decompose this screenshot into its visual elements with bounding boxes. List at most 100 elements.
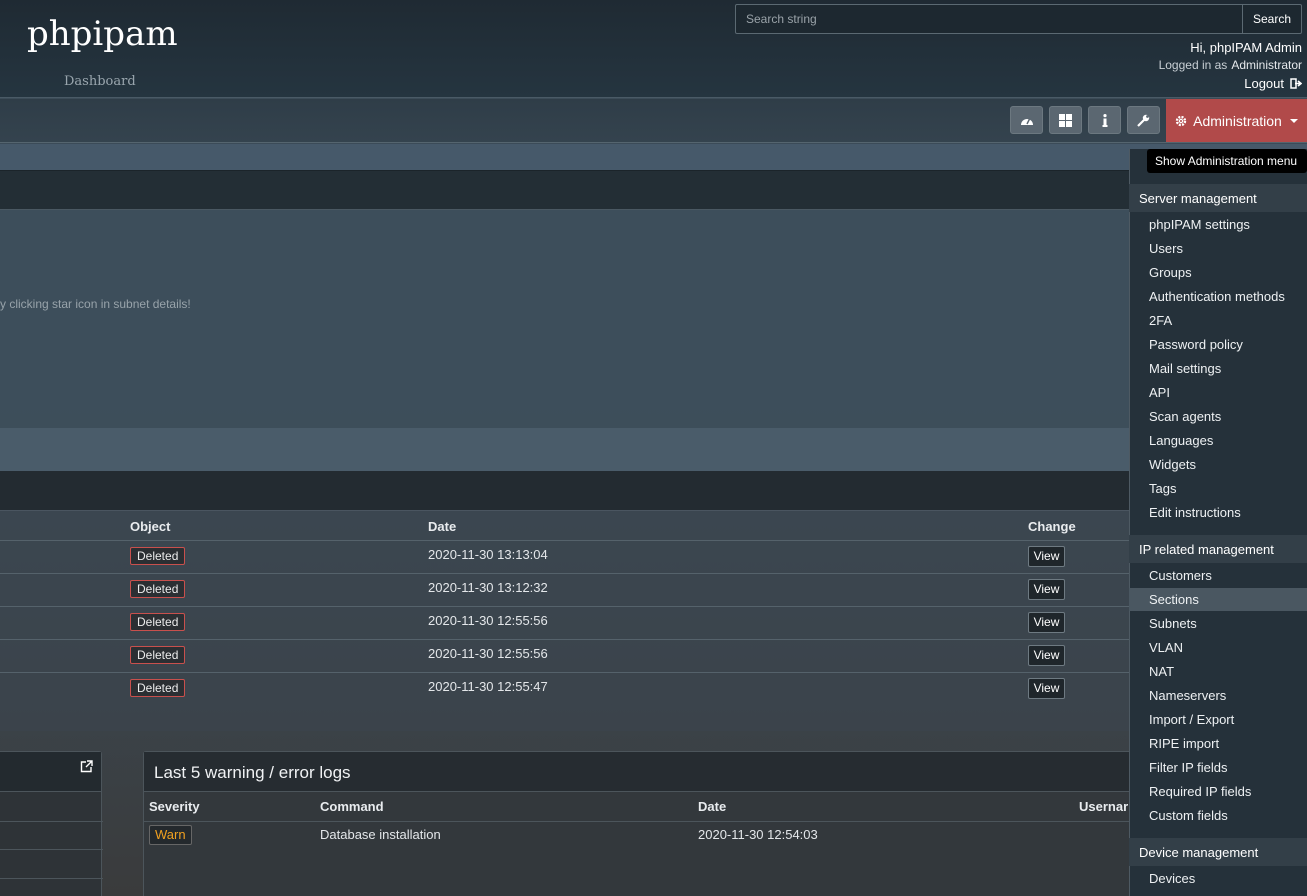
- logged-as-label: Logged in as: [1158, 58, 1228, 72]
- widget-title: Last 5 warning / error logs: [144, 752, 1132, 792]
- toolbar: Administration: [0, 99, 1307, 143]
- user-greeting: Hi, phpIPAM Admin: [1190, 40, 1302, 55]
- role-value: Administrator: [1231, 58, 1302, 72]
- menu-header-ip: IP related management: [1129, 535, 1307, 563]
- column-header-command: Command: [320, 799, 384, 814]
- row-divider: [0, 849, 103, 850]
- table-cell-date: 2020-11-30 13:12:32: [428, 580, 548, 595]
- logout-icon: [1290, 78, 1302, 89]
- column-header-change: Change: [1028, 519, 1076, 534]
- section-band: [0, 144, 1307, 170]
- menu-item-vlan[interactable]: VLAN: [1149, 640, 1183, 655]
- menu-item-filter-ip-fields[interactable]: Filter IP fields: [1149, 760, 1228, 775]
- row-divider: [144, 821, 1132, 822]
- search-button[interactable]: Search: [1243, 4, 1302, 34]
- error-logs-widget: Last 5 warning / error logs Severity Com…: [143, 751, 1133, 896]
- menu-item-authentication-methods[interactable]: Authentication methods: [1149, 289, 1285, 304]
- row-divider: [0, 821, 103, 822]
- row-divider: [0, 639, 1130, 640]
- section-band: [0, 428, 1307, 471]
- menu-item-2fa[interactable]: 2FA: [1149, 313, 1172, 328]
- left-widget: [0, 751, 103, 896]
- menu-item-custom-fields[interactable]: Custom fields: [1149, 808, 1228, 823]
- brand-logo[interactable]: phpipam: [27, 14, 178, 54]
- favourites-panel-body: [0, 210, 1307, 428]
- changelog-panel-header: [0, 471, 1307, 511]
- menu-header-server: Server management: [1129, 184, 1307, 212]
- user-role: Logged in as Administrator: [1159, 58, 1302, 72]
- row-divider: [0, 606, 1130, 607]
- menu-item-groups[interactable]: Groups: [1149, 265, 1192, 280]
- menu-item-sections[interactable]: Sections: [1149, 592, 1199, 607]
- tools-button[interactable]: [1127, 106, 1160, 134]
- menu-item-nat[interactable]: NAT: [1149, 664, 1174, 679]
- info-icon: [1102, 113, 1107, 127]
- widgets-button[interactable]: [1049, 106, 1082, 134]
- info-button[interactable]: [1088, 106, 1121, 134]
- menu-item-nameservers[interactable]: Nameservers: [1149, 688, 1226, 703]
- view-button[interactable]: View: [1028, 645, 1065, 666]
- gear-icon: [1175, 115, 1187, 126]
- table-cell-date: 2020-11-30 13:13:04: [428, 547, 548, 562]
- status-badge: Deleted: [130, 646, 186, 664]
- menu-header-device: Device management: [1129, 838, 1307, 866]
- favourites-empty-note: y clicking star icon in subnet details!: [0, 297, 191, 311]
- menu-item-scan-agents[interactable]: Scan agents: [1149, 409, 1221, 424]
- table-cell-date: 2020-11-30 12:55:56: [428, 613, 548, 628]
- view-button[interactable]: View: [1028, 546, 1065, 567]
- view-button[interactable]: View: [1028, 678, 1065, 699]
- caret-down-icon: [1289, 118, 1298, 123]
- widgets-icon: [1059, 113, 1072, 127]
- status-badge: Deleted: [130, 679, 186, 697]
- menu-item-devices[interactable]: Devices: [1149, 871, 1195, 886]
- menu-item-ripe-import[interactable]: RIPE import: [1149, 736, 1219, 751]
- column-header-date: Date: [428, 519, 457, 534]
- view-button[interactable]: View: [1028, 612, 1065, 633]
- row-divider: [0, 672, 1130, 673]
- table-cell-date: 2020-11-30 12:55:56: [428, 646, 548, 661]
- wrench-icon: [1137, 114, 1150, 127]
- external-link-icon[interactable]: [80, 760, 93, 773]
- page-subtitle: Dashboard: [64, 74, 136, 89]
- row-divider: [0, 573, 1130, 574]
- column-header-username: Usernar: [1079, 799, 1129, 814]
- view-button[interactable]: View: [1028, 579, 1065, 600]
- logout-label: Logout: [1244, 76, 1284, 91]
- dashboard-icon: [1020, 117, 1033, 125]
- column-header-date: Date: [698, 799, 727, 814]
- tooltip: Show Administration menu: [1147, 149, 1307, 173]
- menu-item-api[interactable]: API: [1149, 385, 1170, 400]
- menu-item-mail-settings[interactable]: Mail settings: [1149, 361, 1221, 376]
- menu-item-customers[interactable]: Customers: [1149, 568, 1212, 583]
- menu-item-subnets[interactable]: Subnets: [1149, 616, 1197, 631]
- column-header-object: Object: [130, 519, 171, 534]
- administration-menu-button[interactable]: Administration: [1166, 99, 1307, 142]
- menu-item-users[interactable]: Users: [1149, 241, 1183, 256]
- favourites-panel-header: [0, 170, 1307, 210]
- menu-item-password-policy[interactable]: Password policy: [1149, 337, 1243, 352]
- administration-label: Administration: [1193, 112, 1282, 129]
- menu-item-languages[interactable]: Languages: [1149, 433, 1213, 448]
- menu-item-edit-instructions[interactable]: Edit instructions: [1149, 505, 1241, 520]
- menu-item-widgets[interactable]: Widgets: [1149, 457, 1196, 472]
- search-bar: Search: [735, 4, 1302, 34]
- table-cell-command: Database installation: [320, 827, 441, 842]
- left-widget-header: [0, 752, 101, 792]
- column-header-severity: Severity: [149, 799, 200, 814]
- row-divider: [0, 878, 103, 879]
- logout-link[interactable]: Logout: [1244, 76, 1302, 91]
- menu-item-import-export[interactable]: Import / Export: [1149, 712, 1234, 727]
- dashboard-button[interactable]: [1010, 106, 1043, 134]
- status-badge: Deleted: [130, 613, 186, 631]
- search-input[interactable]: [735, 4, 1243, 34]
- table-cell-date: 2020-11-30 12:54:03: [698, 827, 818, 842]
- status-badge: Deleted: [130, 580, 186, 598]
- menu-item-required-ip-fields[interactable]: Required IP fields: [1149, 784, 1251, 799]
- status-badge: Deleted: [130, 547, 186, 565]
- header: phpipam Dashboard Search Hi, phpIPAM Adm…: [0, 0, 1307, 98]
- row-divider: [0, 540, 1130, 541]
- menu-item-tags[interactable]: Tags: [1149, 481, 1176, 496]
- menu-item-phpipam-settings[interactable]: phpIPAM settings: [1149, 217, 1250, 232]
- severity-badge: Warn: [149, 825, 192, 845]
- table-cell-date: 2020-11-30 12:55:47: [428, 679, 548, 694]
